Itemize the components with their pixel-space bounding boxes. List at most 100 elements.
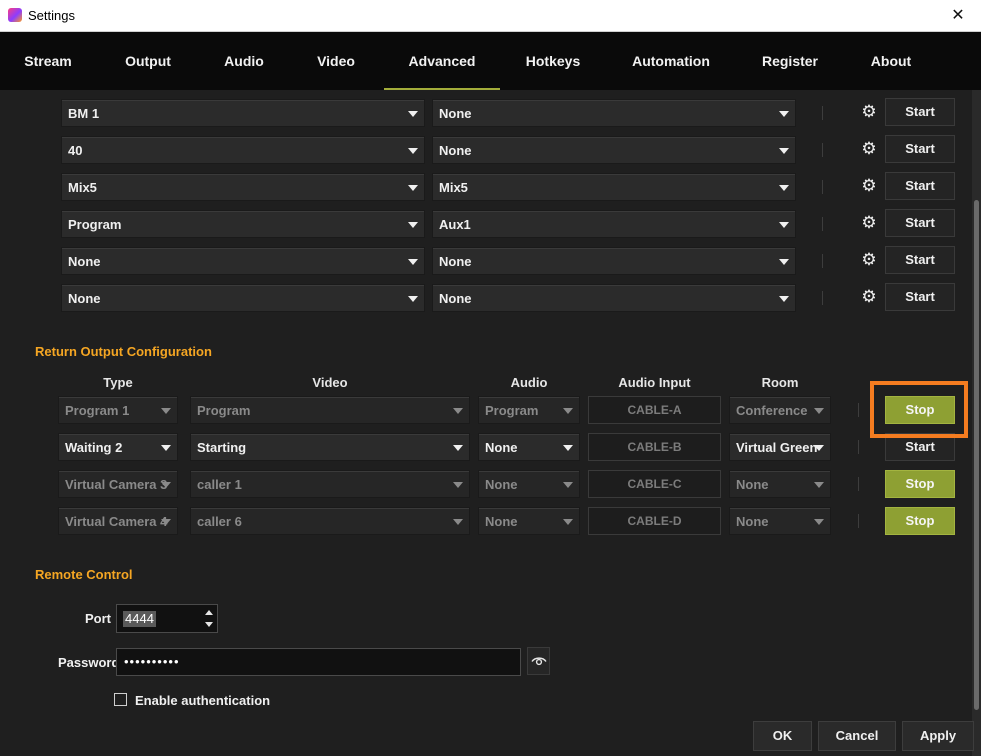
tab-automation[interactable]: Automation xyxy=(606,32,736,90)
type-select[interactable]: Program 1 xyxy=(58,396,178,424)
output-source-select[interactable]: Mix5 xyxy=(61,173,425,201)
tab-video[interactable]: Video xyxy=(288,32,384,90)
column-header-video: Video xyxy=(312,375,348,390)
output-target-select[interactable]: None xyxy=(432,99,796,127)
password-label: Password xyxy=(58,655,120,670)
port-label: Port xyxy=(85,611,111,626)
column-header-type: Type xyxy=(103,375,133,390)
room-select[interactable]: Conference xyxy=(729,396,831,424)
chevron-down-icon xyxy=(453,445,463,451)
audio-input-field[interactable]: CABLE-A xyxy=(588,396,721,424)
return-output-title: Return Output Configuration xyxy=(35,344,212,359)
highlight-box xyxy=(870,381,968,438)
output-target-select[interactable]: Aux1 xyxy=(432,210,796,238)
remote-control-title: Remote Control xyxy=(35,567,133,582)
tab-about[interactable]: About xyxy=(844,32,938,90)
apply-button[interactable]: Apply xyxy=(902,721,974,751)
enable-authentication-checkbox[interactable] xyxy=(114,693,127,706)
scrollbar[interactable] xyxy=(972,90,981,756)
room-select[interactable]: Virtual Green xyxy=(729,433,831,461)
chevron-down-icon xyxy=(779,111,789,117)
video-select[interactable]: caller 1 xyxy=(190,470,470,498)
audio-select[interactable]: None xyxy=(478,470,580,498)
app-logo-icon xyxy=(8,8,22,22)
audio-select[interactable]: Program xyxy=(478,396,580,424)
type-select[interactable]: Virtual Camera 4 xyxy=(58,507,178,535)
ok-button[interactable]: OK xyxy=(753,721,812,751)
output-target-select[interactable]: Mix5 xyxy=(432,173,796,201)
scrollbar-thumb[interactable] xyxy=(974,200,979,710)
chevron-down-icon xyxy=(814,445,824,451)
output-source-select[interactable]: None xyxy=(61,247,425,275)
tab-hotkeys[interactable]: Hotkeys xyxy=(500,32,606,90)
output-target-select[interactable]: None xyxy=(432,284,796,312)
increment-icon[interactable] xyxy=(205,610,213,615)
output-source-select[interactable]: None xyxy=(61,284,425,312)
gear-icon[interactable]: ⚙ xyxy=(860,288,878,306)
divider xyxy=(822,254,823,268)
chevron-down-icon xyxy=(563,519,573,525)
type-select[interactable]: Waiting 2 xyxy=(58,433,178,461)
output-source-select[interactable]: Program xyxy=(61,210,425,238)
close-icon[interactable]: ✕ xyxy=(935,0,981,32)
output-source-select[interactable]: 40 xyxy=(61,136,425,164)
output-target-select[interactable]: None xyxy=(432,136,796,164)
video-select[interactable]: Starting xyxy=(190,433,470,461)
audio-input-field[interactable]: CABLE-B xyxy=(588,433,721,461)
tab-register[interactable]: Register xyxy=(736,32,844,90)
tab-audio[interactable]: Audio xyxy=(200,32,288,90)
gear-icon[interactable]: ⚙ xyxy=(860,177,878,195)
audio-input-field[interactable]: CABLE-D xyxy=(588,507,721,535)
tab-output[interactable]: Output xyxy=(96,32,200,90)
stop-button[interactable]: Stop xyxy=(885,507,955,535)
chevron-down-icon xyxy=(408,222,418,228)
chevron-down-icon xyxy=(161,482,171,488)
start-button[interactable]: Start xyxy=(885,172,955,200)
port-value: 4444 xyxy=(123,611,156,627)
room-select[interactable]: None xyxy=(729,470,831,498)
divider xyxy=(822,143,823,157)
port-spinbox[interactable]: 4444 xyxy=(116,604,218,633)
chevron-down-icon xyxy=(779,259,789,265)
chevron-down-icon xyxy=(814,408,824,414)
chevron-down-icon xyxy=(779,148,789,154)
start-button[interactable]: Start xyxy=(885,98,955,126)
chevron-down-icon xyxy=(779,222,789,228)
gear-icon[interactable]: ⚙ xyxy=(860,214,878,232)
video-select[interactable]: caller 6 xyxy=(190,507,470,535)
divider xyxy=(858,440,859,454)
stop-button[interactable]: Stop xyxy=(885,470,955,498)
divider xyxy=(822,106,823,120)
output-source-select[interactable]: BM 1 xyxy=(61,99,425,127)
start-button[interactable]: Start xyxy=(885,283,955,311)
chevron-down-icon xyxy=(408,111,418,117)
audio-input-field[interactable]: CABLE-C xyxy=(588,470,721,498)
gear-icon[interactable]: ⚙ xyxy=(860,140,878,158)
tab-stream[interactable]: Stream xyxy=(0,32,96,90)
chevron-down-icon xyxy=(408,148,418,154)
tab-advanced[interactable]: Advanced xyxy=(384,32,500,90)
start-button[interactable]: Start xyxy=(885,209,955,237)
audio-select[interactable]: None xyxy=(478,507,580,535)
gear-icon[interactable]: ⚙ xyxy=(860,251,878,269)
video-select[interactable]: Program xyxy=(190,396,470,424)
room-select[interactable]: None xyxy=(729,507,831,535)
start-button[interactable]: Start xyxy=(885,135,955,163)
divider xyxy=(858,403,859,417)
chevron-down-icon xyxy=(453,482,463,488)
eye-icon xyxy=(531,657,547,666)
chevron-down-icon xyxy=(814,519,824,525)
divider xyxy=(822,291,823,305)
chevron-down-icon xyxy=(161,445,171,451)
type-select[interactable]: Virtual Camera 3 xyxy=(58,470,178,498)
chevron-down-icon xyxy=(814,482,824,488)
show-password-button[interactable] xyxy=(527,647,550,675)
output-target-select[interactable]: None xyxy=(432,247,796,275)
gear-icon[interactable]: ⚙ xyxy=(860,103,878,121)
cancel-button[interactable]: Cancel xyxy=(818,721,896,751)
audio-select[interactable]: None xyxy=(478,433,580,461)
divider xyxy=(822,180,823,194)
decrement-icon[interactable] xyxy=(205,622,213,627)
password-field[interactable]: •••••••••• xyxy=(116,648,521,676)
start-button[interactable]: Start xyxy=(885,246,955,274)
